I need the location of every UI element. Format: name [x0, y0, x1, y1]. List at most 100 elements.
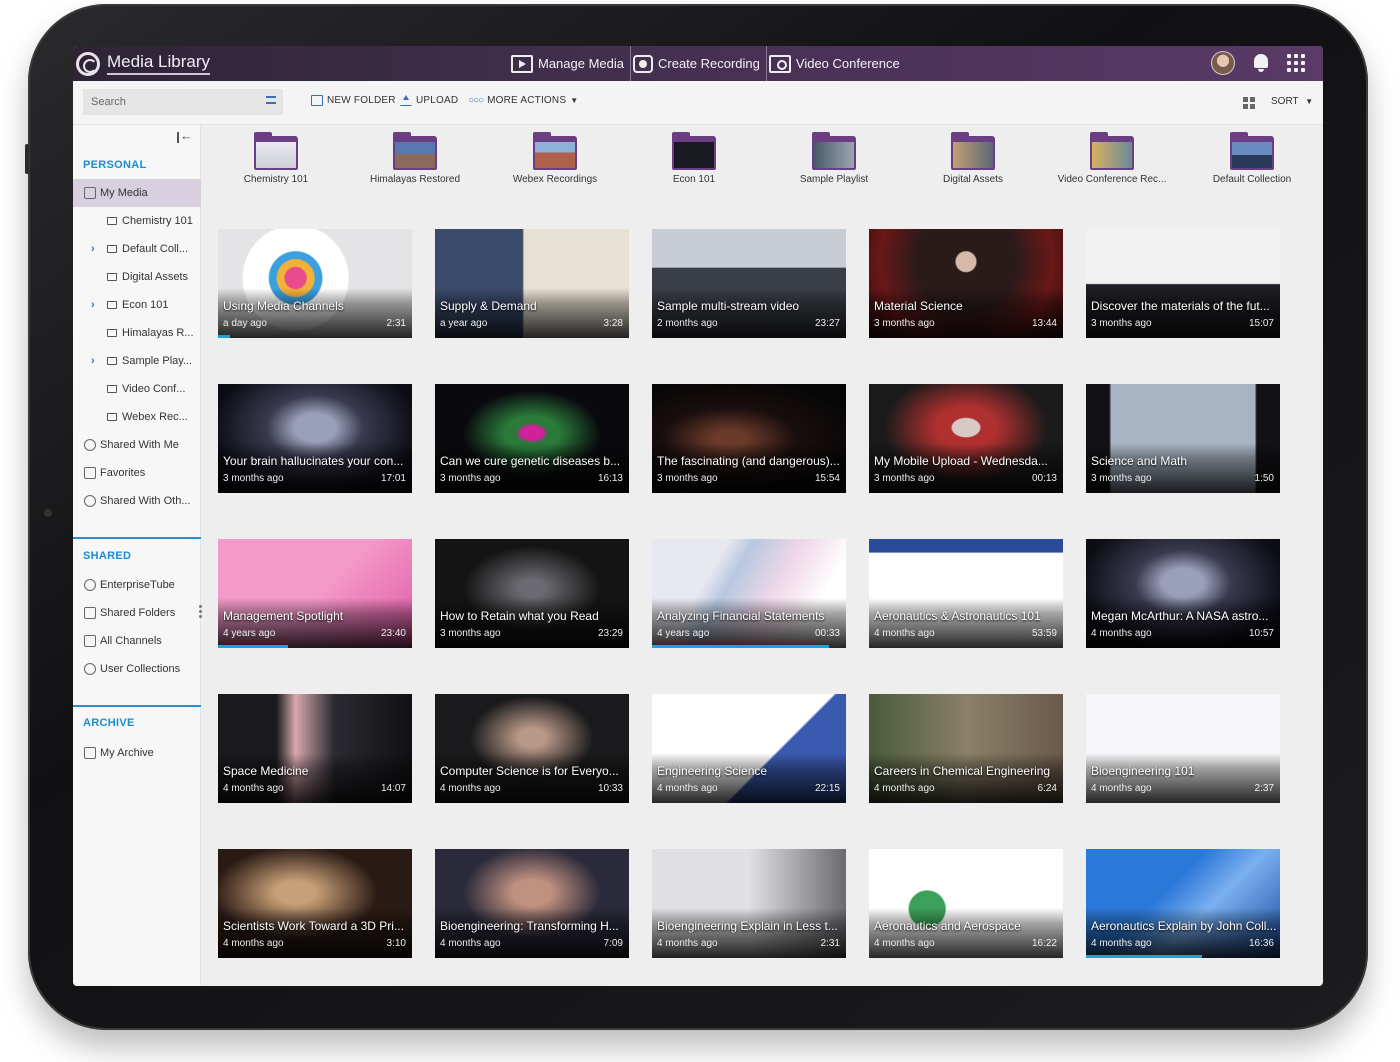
media-age: 4 months ago: [874, 783, 935, 794]
sidebar-item-my-archive[interactable]: My Archive: [73, 739, 201, 767]
app-screen: Media Library Manage Media Create Record…: [73, 46, 1323, 986]
nav-manage-media[interactable]: Manage Media: [509, 46, 631, 81]
sidebar-item-label: My Media: [100, 187, 148, 199]
media-card[interactable]: Aeronautics Explain by John Coll... 4 mon…: [1086, 849, 1280, 958]
sidebar-item-video-conference[interactable]: › Video Conf...: [73, 375, 201, 403]
media-card[interactable]: Scientists Work Toward a 3D Pri... 4 mont…: [218, 849, 412, 958]
media-card[interactable]: My Mobile Upload - Wednesda... 3 months a…: [869, 384, 1063, 493]
folder-digital-assets[interactable]: Digital Assets: [908, 132, 1038, 185]
media-age: 4 months ago: [223, 783, 284, 794]
section-personal-title: PERSONAL: [83, 159, 147, 171]
media-title: Aeronautics Explain by John Coll...: [1091, 919, 1277, 933]
nav-create-recording[interactable]: Create Recording: [631, 46, 767, 81]
sort-button[interactable]: SORT ▼: [1271, 96, 1313, 107]
sidebar-item-webex-recordings[interactable]: › Webex Rec...: [73, 403, 201, 431]
media-card[interactable]: Aeronautics & Astronautics 101 4 months a…: [869, 539, 1063, 648]
media-card[interactable]: The fascinating (and dangerous)... 3 mont…: [652, 384, 846, 493]
media-card[interactable]: Material Science 3 months ago 13:44: [869, 229, 1063, 338]
sidebar-item-my-media[interactable]: My Media: [73, 179, 201, 207]
brand[interactable]: Media Library: [76, 46, 210, 81]
media-card[interactable]: Supply & Demand a year ago 3:28: [435, 229, 629, 338]
media-duration: 15:54: [814, 473, 840, 484]
more-actions-button[interactable]: ○○○ MORE ACTIONS ▼: [468, 95, 578, 106]
filter-icon[interactable]: [266, 96, 276, 104]
folder-icon: [107, 385, 117, 393]
sidebar-item-shared-with-others[interactable]: Shared With Oth...: [73, 487, 201, 515]
thumbnail-overlay: [652, 598, 846, 648]
media-title: Scientists Work Toward a 3D Pri...: [223, 919, 404, 933]
folder-chemistry-101[interactable]: Chemistry 101: [211, 132, 341, 185]
media-card[interactable]: Analyzing Financial Statements 4 years ag…: [652, 539, 846, 648]
media-age: a year ago: [440, 318, 488, 329]
media-card[interactable]: Megan McArthur: A NASA astro... 4 months …: [1086, 539, 1280, 648]
folder-video-conference-rec[interactable]: Video Conference Rec...: [1047, 132, 1177, 185]
media-card[interactable]: Bioengineering Explain in Less t... 4 mon…: [652, 849, 846, 958]
media-card[interactable]: Bioengineering: Transforming H... 4 month…: [435, 849, 629, 958]
media-card[interactable]: Discover the materials of the fut... 3 mo…: [1086, 229, 1280, 338]
sidebar-item-chemistry-101[interactable]: › Chemistry 101: [73, 207, 201, 235]
sidebar-item-user-collections[interactable]: User Collections: [73, 655, 201, 683]
apps-grid-icon[interactable]: [1287, 54, 1305, 72]
folder-webex-recordings[interactable]: Webex Recordings: [490, 132, 620, 185]
globe-icon: [84, 579, 96, 591]
chevron-right-icon[interactable]: ›: [91, 299, 101, 311]
sidebar-item-favorites[interactable]: Favorites: [73, 459, 201, 487]
media-card[interactable]: Your brain hallucinates your con... 3 mon…: [218, 384, 412, 493]
sidebar-resize-handle[interactable]: [199, 605, 202, 620]
media-age: 2 months ago: [657, 318, 718, 329]
media-card[interactable]: Using Media Channels a day ago 2:31: [218, 229, 412, 338]
media-age: 4 months ago: [1091, 938, 1152, 949]
collapse-sidebar-icon[interactable]: [177, 128, 193, 145]
media-card[interactable]: How to Retain what you Read 3 months ago 2…: [435, 539, 629, 648]
chevron-right-icon[interactable]: ›: [91, 243, 101, 255]
media-title: Material Science: [874, 299, 963, 313]
sidebar-item-sample-playlist[interactable]: › Sample Play...: [73, 347, 201, 375]
media-card[interactable]: Management Spotlight 4 years ago 23:40: [218, 539, 412, 648]
caret-down-icon: ▼: [1305, 97, 1314, 106]
media-age: a day ago: [223, 318, 267, 329]
folder-default-collection[interactable]: Default Collection: [1187, 132, 1317, 185]
media-card[interactable]: Aeronautics and Aerospace 4 months ago 16:…: [869, 849, 1063, 958]
media-card[interactable]: Science and Math 3 months ago 1:50: [1086, 384, 1280, 493]
search-input[interactable]: [83, 89, 283, 115]
chevron-right-icon[interactable]: ›: [91, 355, 101, 367]
media-card[interactable]: Space Medicine 4 months ago 14:07: [218, 694, 412, 803]
media-title: Bioengineering Explain in Less t...: [657, 919, 838, 933]
folder-icon: [107, 357, 117, 365]
folder-name: Default Collection: [1212, 174, 1292, 185]
sidebar-item-default-collection[interactable]: › Default Coll...: [73, 235, 201, 263]
sidebar-item-label: Default Coll...: [122, 243, 189, 255]
thumbnail-overlay: [218, 288, 412, 338]
media-card[interactable]: Can we cure genetic diseases b... 3 month…: [435, 384, 629, 493]
sidebar-item-digital-assets[interactable]: › Digital Assets: [73, 263, 201, 291]
top-right-actions: [1211, 51, 1305, 75]
new-folder-label: NEW FOLDER: [327, 95, 396, 106]
sidebar-item-himalayas[interactable]: › Himalayas R...: [73, 319, 201, 347]
media-card[interactable]: Engineering Science 4 months ago 22:15: [652, 694, 846, 803]
grid-view-icon[interactable]: [1243, 97, 1255, 109]
avatar[interactable]: [1211, 51, 1235, 75]
media-duration: 23:40: [380, 628, 406, 639]
channels-icon: [84, 635, 96, 647]
upload-button[interactable]: UPLOAD: [400, 95, 458, 106]
folder-sample-playlist[interactable]: Sample Playlist: [769, 132, 899, 185]
media-card[interactable]: Computer Science is for Everyo... 4 month…: [435, 694, 629, 803]
folder-himalayas-restored[interactable]: Himalayas Restored: [350, 132, 480, 185]
new-folder-button[interactable]: NEW FOLDER: [311, 95, 396, 106]
bell-icon[interactable]: [1252, 53, 1270, 73]
sidebar-item-enterprisetube[interactable]: EnterpriseTube: [73, 571, 201, 599]
folder-econ-101[interactable]: Econ 101: [629, 132, 759, 185]
thumbnail-overlay: [652, 443, 846, 493]
media-card[interactable]: Sample multi-stream video 2 months ago 23:…: [652, 229, 846, 338]
media-card[interactable]: Careers in Chemical Engineering 4 months …: [869, 694, 1063, 803]
media-card[interactable]: Bioengineering 101 4 months ago 2:37: [1086, 694, 1280, 803]
sidebar-item-label: Shared With Oth...: [100, 495, 191, 507]
sidebar-item-econ-101[interactable]: › Econ 101: [73, 291, 201, 319]
sidebar-item-all-channels[interactable]: All Channels: [73, 627, 201, 655]
shared-folder-icon: [84, 607, 96, 619]
nav-video-conference[interactable]: Video Conference: [767, 46, 906, 81]
new-folder-icon: [311, 95, 323, 106]
sidebar-item-shared-with-me[interactable]: Shared With Me: [73, 431, 201, 459]
sidebar-item-shared-folders[interactable]: Shared Folders: [73, 599, 201, 627]
media-title: Computer Science is for Everyo...: [440, 764, 619, 778]
